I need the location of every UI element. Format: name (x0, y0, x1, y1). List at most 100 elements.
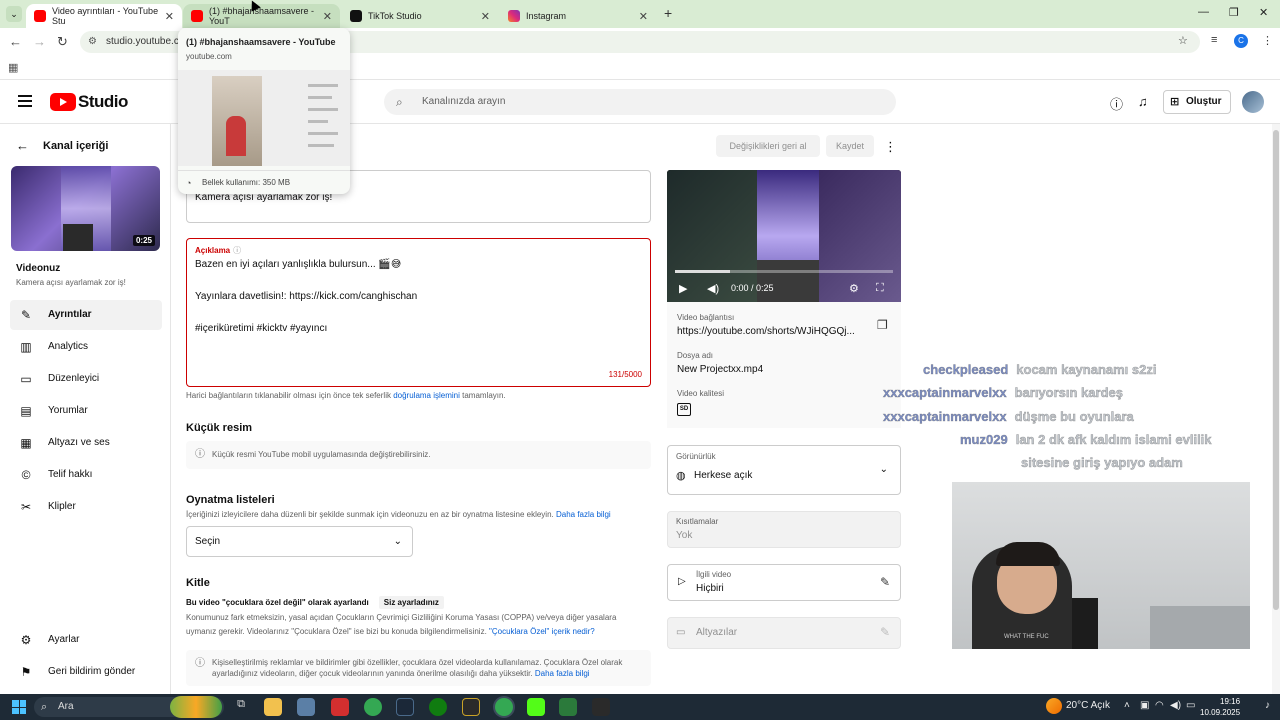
task-view-icon[interactable]: ⧉ (232, 698, 250, 716)
sidebar-item-analytics[interactable]: ▥ Analytics (10, 332, 162, 362)
chat-text: lan 2 dk afk kaldım islami evlilik (1015, 432, 1212, 448)
chevron-down-icon: ⌄ (393, 536, 402, 547)
video-thumbnail[interactable]: 0:25 (11, 166, 160, 251)
close-tab-icon[interactable]: ✕ (481, 10, 490, 23)
back-label: Kanal içeriği (43, 139, 109, 152)
sidebar-item-editor[interactable]: ▭ Düzenleyici (10, 364, 162, 394)
bookmark-star-icon[interactable]: ☆ (1178, 34, 1188, 47)
xbox-icon[interactable] (429, 698, 447, 716)
tab-video-details[interactable]: Video ayrıntıları - YouTube Stu ✕ (26, 4, 182, 28)
undo-changes-button[interactable]: Değişiklikleri geri al (716, 135, 820, 157)
more-options-icon[interactable]: ⋮ (884, 139, 897, 155)
audience-status: Bu video "çocuklara özel değil" olarak a… (186, 596, 444, 609)
related-video-field[interactable]: ▷ İlgili video Hiçbiri ✎ (667, 564, 901, 601)
site-info-icon[interactable]: ⚙ (88, 31, 97, 53)
back-arrow-icon[interactable]: ← (9, 34, 22, 49)
sidebar-item-comments[interactable]: ▤ Yorumlar (10, 396, 162, 426)
editor-icon: ▭ (20, 372, 32, 386)
fullscreen-icon[interactable]: ⛶ (876, 282, 884, 295)
reload-icon[interactable]: ↻ (57, 34, 68, 50)
description-field[interactable]: Açıklama ⓘ Bazen en iyi açıları yanlışlık… (186, 238, 651, 387)
visibility-select[interactable]: Görünürlük ◍ Herkese açık ⌄ (667, 445, 901, 495)
channel-avatar[interactable] (1242, 91, 1264, 113)
menu-icon[interactable] (18, 95, 32, 107)
volume-icon[interactable]: ◀) (1170, 700, 1181, 711)
links-help-text: Harici bağlantıların tıklanabilir olması… (186, 391, 506, 400)
file-explorer-icon[interactable] (264, 698, 282, 716)
apps-grid-icon[interactable]: ▦ (8, 61, 18, 74)
browser-tab-bar: ⌄ Video ayrıntıları - YouTube Stu ✕ (1) … (0, 0, 1280, 28)
channel-search-input[interactable]: ⌕ Kanalınızda arayın (384, 89, 896, 115)
video-progress-bar[interactable] (675, 270, 893, 273)
close-tab-icon[interactable]: ✕ (639, 10, 648, 23)
learn-more-link[interactable]: Daha fazla bilgi (556, 510, 611, 519)
help-circle-icon[interactable]: ⓘ (233, 246, 241, 255)
tray-app-icon[interactable]: ▣ (1140, 700, 1149, 711)
copy-icon[interactable]: ❐ (877, 318, 888, 332)
video-player[interactable]: ▶ ◀) 0:00 / 0:25 ⚙ ⛶ (667, 170, 901, 302)
thumbnail-info: ⓘ Küçük resmi YouTube mobil uygulamasınd… (186, 441, 651, 469)
settings-gear-icon[interactable]: ⚙ (849, 282, 859, 295)
back-to-content-button[interactable]: ← Kanal içeriği (16, 138, 108, 153)
tab-title: Video ayrıntıları - YouTube Stu (52, 6, 159, 26)
notification-bell-icon[interactable]: ♪ (1265, 700, 1270, 711)
edit-pencil-icon[interactable]: ✎ (880, 575, 890, 589)
sidebar-item-subtitles[interactable]: ▦ Altyazı ve ses (10, 428, 162, 458)
kick-icon[interactable] (527, 698, 545, 716)
search-icon: ⌕ (396, 95, 403, 109)
browser-menu-icon[interactable]: ⋮ (1262, 34, 1273, 47)
thumbnail-heading: Küçük resim (186, 422, 253, 434)
taskbar-clock[interactable]: 19:16 10.09.2025 (1200, 696, 1240, 718)
playlist-select[interactable]: Seçin ⌄ (186, 526, 413, 557)
preview-video (212, 76, 262, 166)
steam-icon[interactable] (396, 698, 414, 716)
learn-more-link[interactable]: Daha fazla bilgi (535, 669, 590, 678)
app-icon[interactable] (331, 698, 349, 716)
help-icon[interactable]: ⓘ (1110, 94, 1123, 113)
your-video-label: Videonuz (16, 263, 61, 274)
chrome-active-icon[interactable] (495, 698, 513, 716)
page-scrollbar-thumb[interactable] (1273, 130, 1279, 610)
studio-logo[interactable]: Studio (50, 92, 128, 112)
close-tab-icon[interactable]: ✕ (165, 10, 174, 23)
weather-text[interactable]: 20°C Açık (1066, 700, 1110, 711)
volume-icon[interactable]: ◀) (707, 282, 719, 295)
sidebar-item-clips[interactable]: ✂ Klipler (10, 492, 162, 522)
media-controls-icon[interactable]: ≡ (1211, 34, 1217, 46)
sidebar-item-settings[interactable]: ⚙ Ayarlar (10, 625, 162, 655)
battery-icon[interactable]: ▭ (1186, 700, 1195, 711)
minimize-button[interactable]: — (1198, 6, 1209, 18)
video-link-label: Video bağlantısı (677, 313, 735, 322)
sidebar-item-feedback[interactable]: ⚑ Geri bildirim gönder (10, 657, 162, 687)
sidebar-item-copyright[interactable]: © Telif hakkı (10, 460, 162, 490)
close-window-button[interactable]: ✕ (1259, 6, 1268, 19)
maximize-button[interactable]: ❐ (1229, 6, 1239, 19)
weather-icon[interactable] (1046, 698, 1062, 714)
app-icon[interactable] (297, 698, 315, 716)
tray-chevron-icon[interactable]: ˄ (1124, 700, 1130, 711)
verification-link[interactable]: doğrulama işlemini (393, 391, 460, 400)
new-tab-button[interactable]: + (664, 5, 672, 21)
forward-arrow-icon[interactable]: → (33, 34, 46, 49)
tab-tiktok-studio[interactable]: TikTok Studio ✕ (342, 4, 498, 28)
close-tab-icon[interactable]: ✕ (323, 10, 332, 23)
create-button[interactable]: ⊞ Oluştur (1163, 90, 1231, 114)
made-for-kids-link[interactable]: "Çocuklara Özel" içerik nedir? (489, 627, 595, 636)
app-icon[interactable] (559, 698, 577, 716)
tab-instagram[interactable]: Instagram ✕ (500, 4, 656, 28)
app-icon[interactable] (462, 698, 480, 716)
epic-games-icon[interactable] (592, 698, 610, 716)
video-link[interactable]: https://youtube.com/shorts/WJiHQGQj... (677, 326, 855, 337)
chrome-icon[interactable] (364, 698, 382, 716)
tab-bhajanshaamsavere[interactable]: (1) #bhajanshaamsavere - YouT ✕ (183, 4, 340, 28)
play-icon[interactable]: ▶ (679, 282, 687, 295)
chat-message: sitesine giriş yapıyo adam (1013, 455, 1183, 471)
profile-avatar[interactable]: C (1234, 34, 1248, 48)
save-button[interactable]: Kaydet (826, 135, 874, 157)
network-icon[interactable]: ◠ (1155, 700, 1164, 711)
tab-search-button[interactable]: ⌄ (6, 6, 22, 22)
info-icon: ⓘ (195, 658, 205, 669)
sidebar-item-details[interactable]: ✎ Ayrıntılar (10, 300, 162, 330)
notifications-bell-icon[interactable]: ♫ (1138, 94, 1148, 109)
windows-start-icon[interactable] (12, 700, 26, 714)
